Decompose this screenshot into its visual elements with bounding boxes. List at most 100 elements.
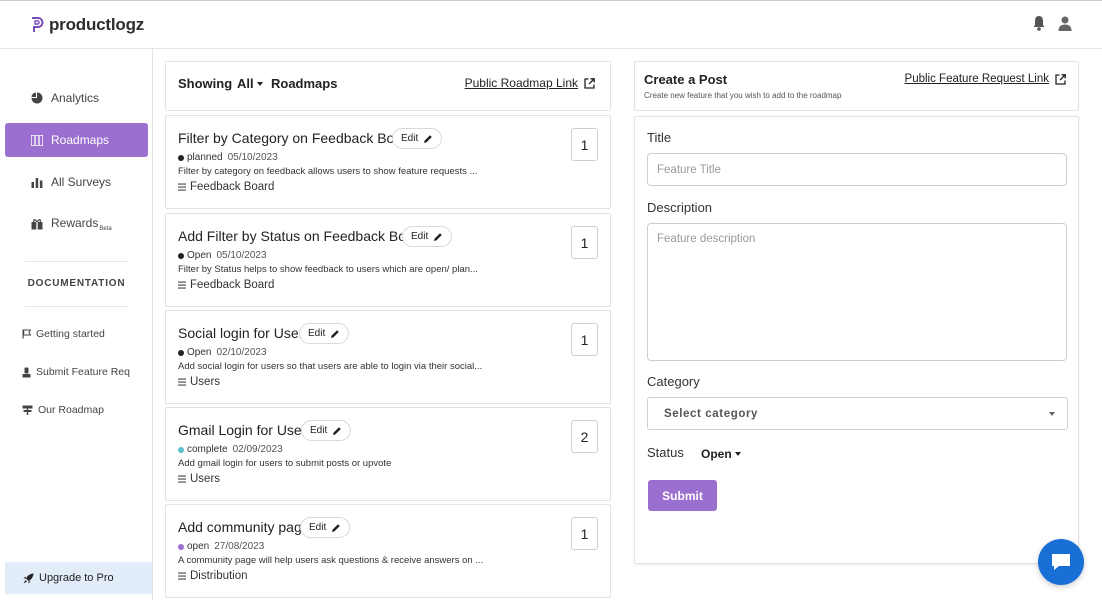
description-input[interactable] bbox=[647, 223, 1067, 361]
vote-count[interactable]: 1 bbox=[571, 226, 598, 259]
edit-button[interactable]: Edit bbox=[300, 517, 351, 538]
card-description: Add social login for users so that users… bbox=[178, 361, 483, 372]
beta-badge: Beta bbox=[99, 226, 112, 232]
card-date: 02/10/2023 bbox=[216, 347, 267, 358]
card-status: Open 02/10/2023 bbox=[178, 347, 267, 358]
card-title: Add community page bbox=[178, 519, 310, 535]
user-icon[interactable] bbox=[1057, 14, 1073, 32]
external-link-icon bbox=[584, 77, 595, 89]
public-feature-request-link[interactable]: Public Feature Request Link bbox=[905, 73, 1066, 85]
list-icon bbox=[178, 572, 186, 580]
chevron-down-icon bbox=[256, 82, 263, 86]
doc-link-our-roadmap[interactable]: Our Roadmap bbox=[22, 404, 104, 416]
logo[interactable]: productlogz bbox=[30, 15, 144, 35]
chat-widget-button[interactable] bbox=[1038, 539, 1084, 585]
roadmap-card[interactable]: Add Filter by Status on Feedback Board E… bbox=[165, 213, 611, 307]
chat-icon bbox=[1052, 554, 1070, 570]
divider bbox=[25, 306, 128, 307]
vote-count[interactable]: 1 bbox=[571, 323, 598, 356]
doc-link-label: Our Roadmap bbox=[38, 404, 104, 416]
card-board: Feedback Board bbox=[178, 181, 274, 193]
divider bbox=[25, 261, 128, 262]
roadmaps-label: Roadmaps bbox=[271, 76, 338, 91]
create-post-subtitle: Create new feature that you wish to add … bbox=[644, 91, 842, 100]
edit-button[interactable]: Edit bbox=[301, 420, 352, 441]
title-label: Title bbox=[647, 130, 672, 145]
vote-count[interactable]: 1 bbox=[571, 128, 598, 161]
title-input[interactable] bbox=[647, 153, 1067, 186]
external-link-icon bbox=[1055, 73, 1066, 85]
status-dot bbox=[178, 252, 184, 259]
upgrade-to-pro-button[interactable]: Upgrade to Pro bbox=[5, 562, 152, 594]
card-status: open 27/08/2023 bbox=[178, 541, 264, 552]
card-board: Users bbox=[178, 473, 220, 485]
vote-count[interactable]: 2 bbox=[571, 420, 598, 453]
card-status: planned 05/10/2023 bbox=[178, 152, 278, 163]
roadmap-card[interactable]: Add community page Edit open 27/08/2023 A… bbox=[165, 504, 611, 598]
bar-chart-icon bbox=[31, 177, 43, 188]
status-dot bbox=[178, 446, 184, 453]
status-dot bbox=[178, 543, 184, 550]
public-roadmap-link[interactable]: Public Roadmap Link bbox=[465, 76, 595, 90]
card-date: 05/10/2023 bbox=[216, 250, 267, 261]
roadmap-card[interactable]: Filter by Category on Feedback Board Edi… bbox=[165, 115, 611, 209]
list-icon bbox=[178, 475, 186, 483]
pencil-icon bbox=[424, 134, 433, 143]
doc-link-label: Submit Feature Req bbox=[36, 366, 130, 378]
pencil-icon bbox=[331, 329, 340, 338]
status-dropdown[interactable]: Open bbox=[701, 447, 741, 461]
chevron-down-icon bbox=[734, 452, 741, 456]
bell-icon[interactable] bbox=[1031, 14, 1047, 32]
sidebar-item-label: Analytics bbox=[51, 91, 100, 105]
status-dot bbox=[178, 154, 184, 161]
create-post-form: Title Description Category Select catego… bbox=[634, 116, 1079, 564]
card-status: complete 02/09/2023 bbox=[178, 444, 283, 455]
card-title: Social login for Users bbox=[178, 325, 311, 341]
edit-button[interactable]: Edit bbox=[402, 226, 453, 247]
pencil-icon bbox=[332, 523, 341, 532]
card-board: Distribution bbox=[178, 570, 248, 582]
vote-count[interactable]: 1 bbox=[571, 517, 598, 550]
roadmap-icon bbox=[31, 134, 43, 146]
sidebar: Analytics Roadmaps All Surveys RewardsBe… bbox=[0, 49, 153, 600]
sidebar-item-roadmaps[interactable]: Roadmaps bbox=[5, 123, 148, 157]
card-status: Open 05/10/2023 bbox=[178, 250, 267, 261]
upgrade-label: Upgrade to Pro bbox=[39, 572, 114, 584]
submit-button[interactable]: Submit bbox=[648, 480, 717, 511]
card-date: 02/09/2023 bbox=[232, 444, 283, 455]
gift-icon bbox=[31, 219, 43, 230]
card-description: A community page will help users ask que… bbox=[178, 555, 484, 566]
sidebar-item-label: All Surveys bbox=[51, 175, 112, 189]
sidebar-item-analytics[interactable]: Analytics bbox=[5, 81, 148, 115]
chevron-down-icon bbox=[1049, 412, 1055, 416]
card-title: Gmail Login for Users bbox=[178, 422, 314, 438]
status-dot bbox=[178, 349, 184, 356]
card-date: 27/08/2023 bbox=[214, 541, 265, 552]
person-icon bbox=[22, 367, 31, 377]
create-post-header: Create a Post Create new feature that yo… bbox=[634, 61, 1079, 111]
doc-link-getting-started[interactable]: Getting started bbox=[22, 328, 105, 340]
filter-dropdown[interactable]: All bbox=[237, 76, 263, 91]
card-title: Filter by Category on Feedback Board bbox=[178, 130, 415, 146]
category-select[interactable]: Select category bbox=[647, 397, 1068, 430]
doc-link-submit-feature-req[interactable]: Submit Feature Req bbox=[22, 366, 130, 378]
documentation-title: DOCUMENTATION bbox=[27, 278, 126, 289]
rocket-icon bbox=[23, 573, 34, 583]
card-board: Users bbox=[178, 376, 220, 388]
edit-button[interactable]: Edit bbox=[392, 128, 443, 149]
list-icon bbox=[178, 183, 186, 191]
roadmap-card[interactable]: Gmail Login for Users Edit complete 02/09… bbox=[165, 407, 611, 501]
flag-icon bbox=[22, 329, 31, 339]
roadmap-card[interactable]: Social login for Users Edit Open 02/10/20… bbox=[165, 310, 611, 404]
card-description: Filter by category on feedback allows us… bbox=[178, 166, 478, 177]
sidebar-item-all-surveys[interactable]: All Surveys bbox=[5, 165, 148, 199]
doc-link-label: Getting started bbox=[36, 328, 105, 340]
edit-button[interactable]: Edit bbox=[299, 323, 350, 344]
pie-chart-icon bbox=[31, 92, 43, 104]
card-description: Filter by Status helps to show feedback … bbox=[178, 264, 478, 275]
sidebar-item-label: Roadmaps bbox=[51, 133, 110, 147]
sidebar-item-rewards[interactable]: RewardsBeta bbox=[5, 207, 148, 241]
card-description: Add gmail login for users to submit post… bbox=[178, 458, 392, 469]
list-icon bbox=[178, 378, 186, 386]
sidebar-item-label: RewardsBeta bbox=[51, 216, 112, 232]
